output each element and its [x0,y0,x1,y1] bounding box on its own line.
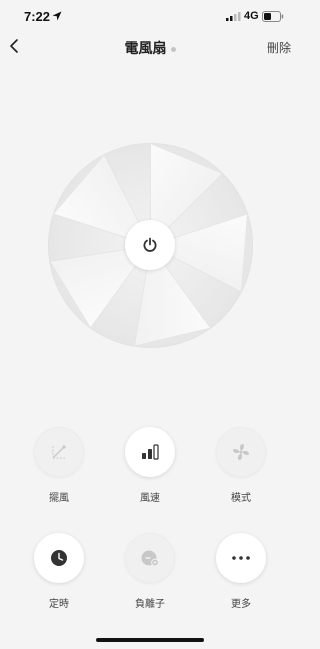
status-bar: 7:22 4G [0,0,300,34]
power-icon [143,237,157,252]
oscillate-label: 擺風 [49,493,69,504]
battery-icon [262,11,284,22]
more-label: 更多 [231,599,251,610]
status-time: 7:22 [24,9,51,24]
delete-button[interactable]: 刪除 [267,39,291,56]
nav-bar: 電風扇 刪除 [0,34,300,60]
oscillate-button[interactable] [34,427,84,477]
fan-mode-label: 模式 [231,493,251,504]
device-name: 電風扇 [124,41,167,57]
more-control[interactable]: 更多 [201,533,281,610]
fan-graphic [48,143,253,348]
anion-control[interactable]: 負離子 [110,533,190,610]
oscillate-icon [52,445,66,459]
fan-mode-button[interactable] [216,427,266,477]
fan-speed-control[interactable]: 風速 [110,427,190,504]
timer-control[interactable]: 定時 [19,533,99,610]
fan-speed-label: 風速 [140,493,160,504]
anion-button[interactable] [125,533,175,583]
anion-icon [141,550,159,567]
anion-label: 負離子 [135,599,165,610]
fan-speed-icon [142,444,159,460]
power-button[interactable] [125,220,175,270]
timer-button[interactable] [34,533,84,583]
more-button[interactable] [216,533,266,583]
timer-clock-icon [51,550,67,566]
home-indicator[interactable] [96,638,204,642]
oscillate-control[interactable]: 擺風 [19,427,99,504]
network-type: 4G [244,10,259,22]
fan-mode-control[interactable]: 模式 [201,427,281,504]
fan-speed-button[interactable] [125,427,175,477]
page-title: 電風扇 [0,38,300,58]
timer-label: 定時 [49,599,69,610]
connection-status-dot [170,46,176,52]
more-icon [232,556,250,560]
signal-icon [226,12,241,21]
location-arrow-icon [52,11,62,21]
fan-mode-icon [233,444,249,460]
